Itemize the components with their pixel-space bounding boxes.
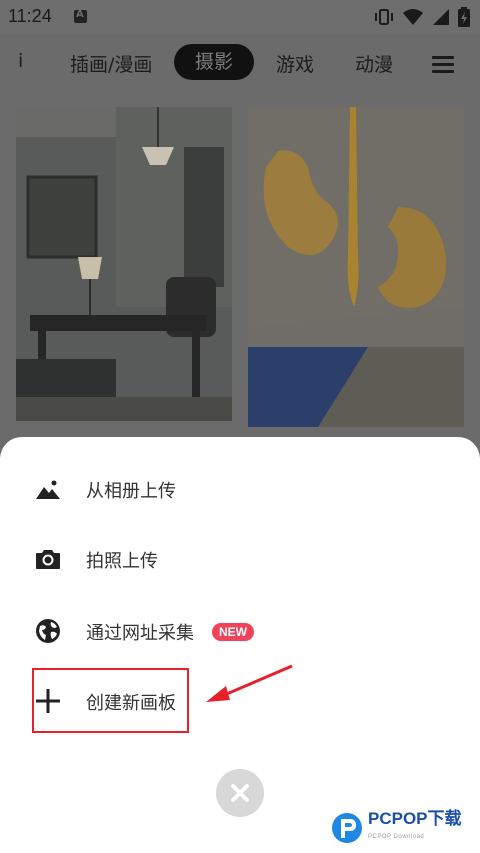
category-tab-bar: i 插画/漫画 摄影 游戏 动漫 [0,34,480,92]
tab-games[interactable]: 游戏 [276,50,314,77]
watermark-sub: PCPOP Download [368,834,425,840]
image-mountain-icon [36,480,60,499]
tab-illustration[interactable]: 插画/漫画 [70,50,152,77]
take-photo-label: 拍照上传 [86,551,158,572]
status-icons [374,7,470,27]
wifi-icon [403,9,423,25]
new-badge: NEW [212,623,254,641]
close-x-icon [231,784,249,802]
take-photo-option[interactable]: 拍照上传 [0,531,480,587]
tab-anime[interactable]: 动漫 [355,50,393,77]
battery-icon [458,7,470,27]
collect-from-url-label: 通过网址采集 [86,623,194,644]
camera-icon [36,550,60,569]
watermark-text: PCPOP下载 PCPOP Download [368,810,462,846]
globe-icon [36,619,60,643]
annotation-arrow-icon [206,664,293,702]
signal-icon [433,9,449,25]
collect-from-url-option[interactable]: 通过网址采集 NEW [0,603,480,659]
pcpop-logo-icon [332,813,362,843]
upload-from-album-option[interactable]: 从相册上传 [0,461,480,517]
highlight-annotation-box [32,668,189,733]
tab-photography[interactable]: 摄影 [174,44,254,80]
watermark: PCPOP下载 PCPOP Download [330,808,462,848]
cashew-honey-image [248,107,464,427]
status-time: 11:24 [8,6,52,26]
upload-from-album-label: 从相册上传 [86,481,176,502]
tab-partial[interactable]: i [18,50,23,72]
study-room-image [16,107,232,421]
vibrate-icon [375,9,393,25]
photo-card-study-room[interactable] [16,107,232,421]
notification-a-icon [74,9,87,23]
close-sheet-button[interactable] [216,769,264,817]
status-bar: 11:24 [0,0,480,34]
hamburger-menu-icon[interactable] [432,56,454,74]
photo-card-cashew-honey[interactable] [248,107,464,427]
watermark-brand: PCPOP下载 [368,809,462,828]
